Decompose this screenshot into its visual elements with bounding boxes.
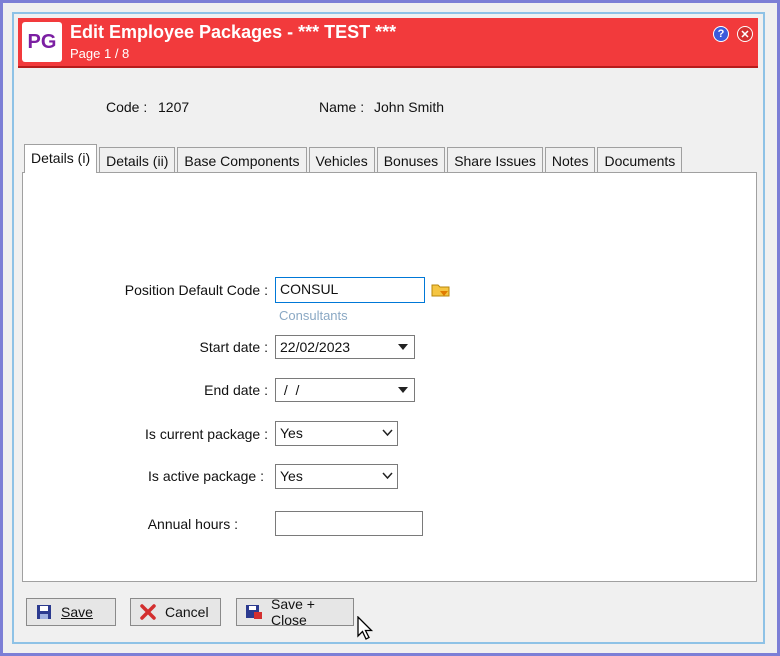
- page-indicator: Page 1 / 8: [70, 46, 130, 61]
- end-date-value: / /: [280, 382, 300, 398]
- start-date-label: Start date :: [199, 339, 268, 355]
- chevron-down-icon[interactable]: [398, 344, 408, 350]
- title-bar: PG Edit Employee Packages - *** TEST ***…: [18, 18, 758, 68]
- chevron-down-icon[interactable]: [382, 472, 393, 480]
- end-date-picker[interactable]: / /: [275, 378, 415, 402]
- start-date-value: 22/02/2023: [280, 339, 351, 355]
- window-title: Edit Employee Packages - *** TEST ***: [70, 22, 397, 42]
- start-date-picker[interactable]: 22/02/2023: [275, 335, 415, 359]
- cancel-button[interactable]: Cancel: [130, 598, 221, 626]
- code-value: 1207: [158, 99, 190, 115]
- red-x-icon: [139, 603, 157, 621]
- position-description: Consultants: [279, 308, 348, 323]
- tab-details-ii[interactable]: Details (ii): [99, 147, 176, 173]
- tab-vehicles[interactable]: Vehicles: [308, 147, 375, 173]
- tab-bar: Details (i) Details (ii) Base Components…: [24, 144, 684, 173]
- chevron-down-icon[interactable]: [398, 387, 408, 393]
- end-date-label: End date :: [204, 382, 268, 398]
- floppy-disk-icon: [35, 603, 53, 621]
- active-package-value: Yes: [280, 468, 303, 484]
- tab-documents[interactable]: Documents: [597, 147, 683, 173]
- tab-notes[interactable]: Notes: [544, 147, 596, 173]
- code-label: Code :: [106, 99, 148, 115]
- current-package-label: Is current package :: [145, 426, 268, 442]
- save-close-button[interactable]: Save + Close: [236, 596, 354, 628]
- active-package-select[interactable]: Yes: [275, 464, 398, 489]
- save-button[interactable]: Save: [26, 598, 116, 626]
- save-close-label: Save + Close: [271, 596, 315, 628]
- tab-share-issues[interactable]: Share Issues: [447, 147, 543, 173]
- cancel-label: Cancel: [165, 604, 209, 620]
- close-icon[interactable]: ✕: [737, 26, 753, 42]
- current-package-select[interactable]: Yes: [275, 421, 398, 446]
- save-label: Save: [61, 604, 93, 620]
- name-label: Name :: [319, 99, 365, 115]
- tab-details-i[interactable]: Details (i): [24, 144, 98, 173]
- chevron-down-icon[interactable]: [382, 429, 393, 437]
- current-package-value: Yes: [280, 425, 303, 441]
- save-close-icon: [245, 603, 263, 621]
- position-code-input[interactable]: CONSUL: [275, 277, 425, 303]
- annual-hours-label: Annual hours :: [147, 516, 238, 532]
- help-icon[interactable]: ?: [713, 26, 729, 42]
- active-package-label: Is active package :: [148, 468, 264, 484]
- app-logo: PG: [22, 22, 62, 62]
- annual-hours-input[interactable]: [275, 511, 423, 536]
- tab-base-components[interactable]: Base Components: [177, 147, 307, 173]
- name-value: John Smith: [374, 99, 445, 115]
- tab-bonuses[interactable]: Bonuses: [376, 147, 446, 173]
- position-code-label: Position Default Code :: [124, 282, 268, 298]
- mouse-cursor-icon: [357, 616, 374, 640]
- folder-lookup-icon[interactable]: [431, 282, 451, 298]
